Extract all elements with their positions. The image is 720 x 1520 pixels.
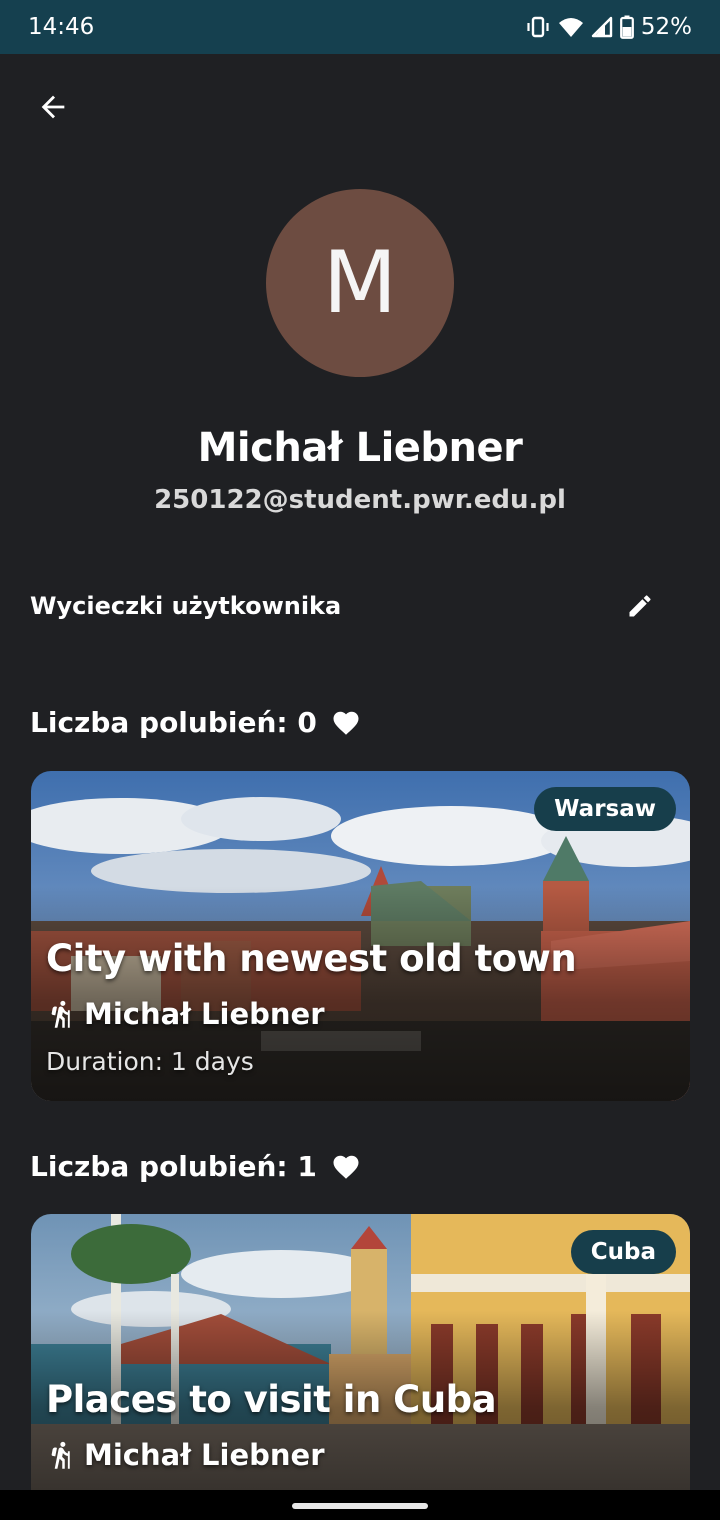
hiking-icon [51,1000,70,1028]
hiking-icon [51,1441,70,1469]
edit-button[interactable] [618,584,662,628]
status-bar: 14:46 52% [0,0,720,54]
author-name: Michał Liebner [84,997,325,1031]
section-title: Wycieczki użytkownika [30,592,342,620]
trip-author-row: Michał Liebner [46,997,325,1031]
arrow-back-icon [41,95,65,119]
trip-duration: Duration: 1 days [46,1047,254,1076]
trip-author-row: Michał Liebner [46,1438,325,1472]
likes-label: Liczba polubień: 0 [30,706,317,739]
trip-title: Places to visit in Cuba [46,1378,497,1421]
heart-icon[interactable] [331,1152,361,1182]
user-name: Michał Liebner [197,425,523,471]
avatar: M [266,189,454,377]
city-badge: Cuba [570,1230,676,1274]
battery-percent: 52% [640,14,692,40]
user-email: 250122@student.pwr.edu.pl [154,485,566,515]
vibrate-icon [527,16,549,38]
author-name: Michał Liebner [84,1438,325,1472]
likes-label: Liczba polubień: 1 [30,1150,317,1183]
back-button[interactable] [28,82,78,132]
signal-icon [591,16,613,38]
status-icons: 52% [525,14,692,40]
city-badge: Warsaw [534,787,676,831]
heart-icon[interactable] [331,708,361,738]
wifi-icon [558,18,583,37]
user-trips-header: Wycieczki użytkownika [30,586,670,626]
home-indicator[interactable] [292,1503,428,1509]
trip-card[interactable]: Warsaw City with newest old town Michał … [31,771,690,1101]
likes-count-row: Liczba polubień: 0 [30,706,361,739]
trip-title: City with newest old town [46,937,577,980]
status-time: 14:46 [28,14,95,40]
avatar-letter: M [322,233,398,333]
pencil-icon [629,595,651,617]
trip-card[interactable]: Cuba Places to visit in Cuba Michał Lieb… [31,1214,690,1490]
likes-count-row: Liczba polubień: 1 [30,1150,361,1183]
battery-icon [619,15,634,39]
